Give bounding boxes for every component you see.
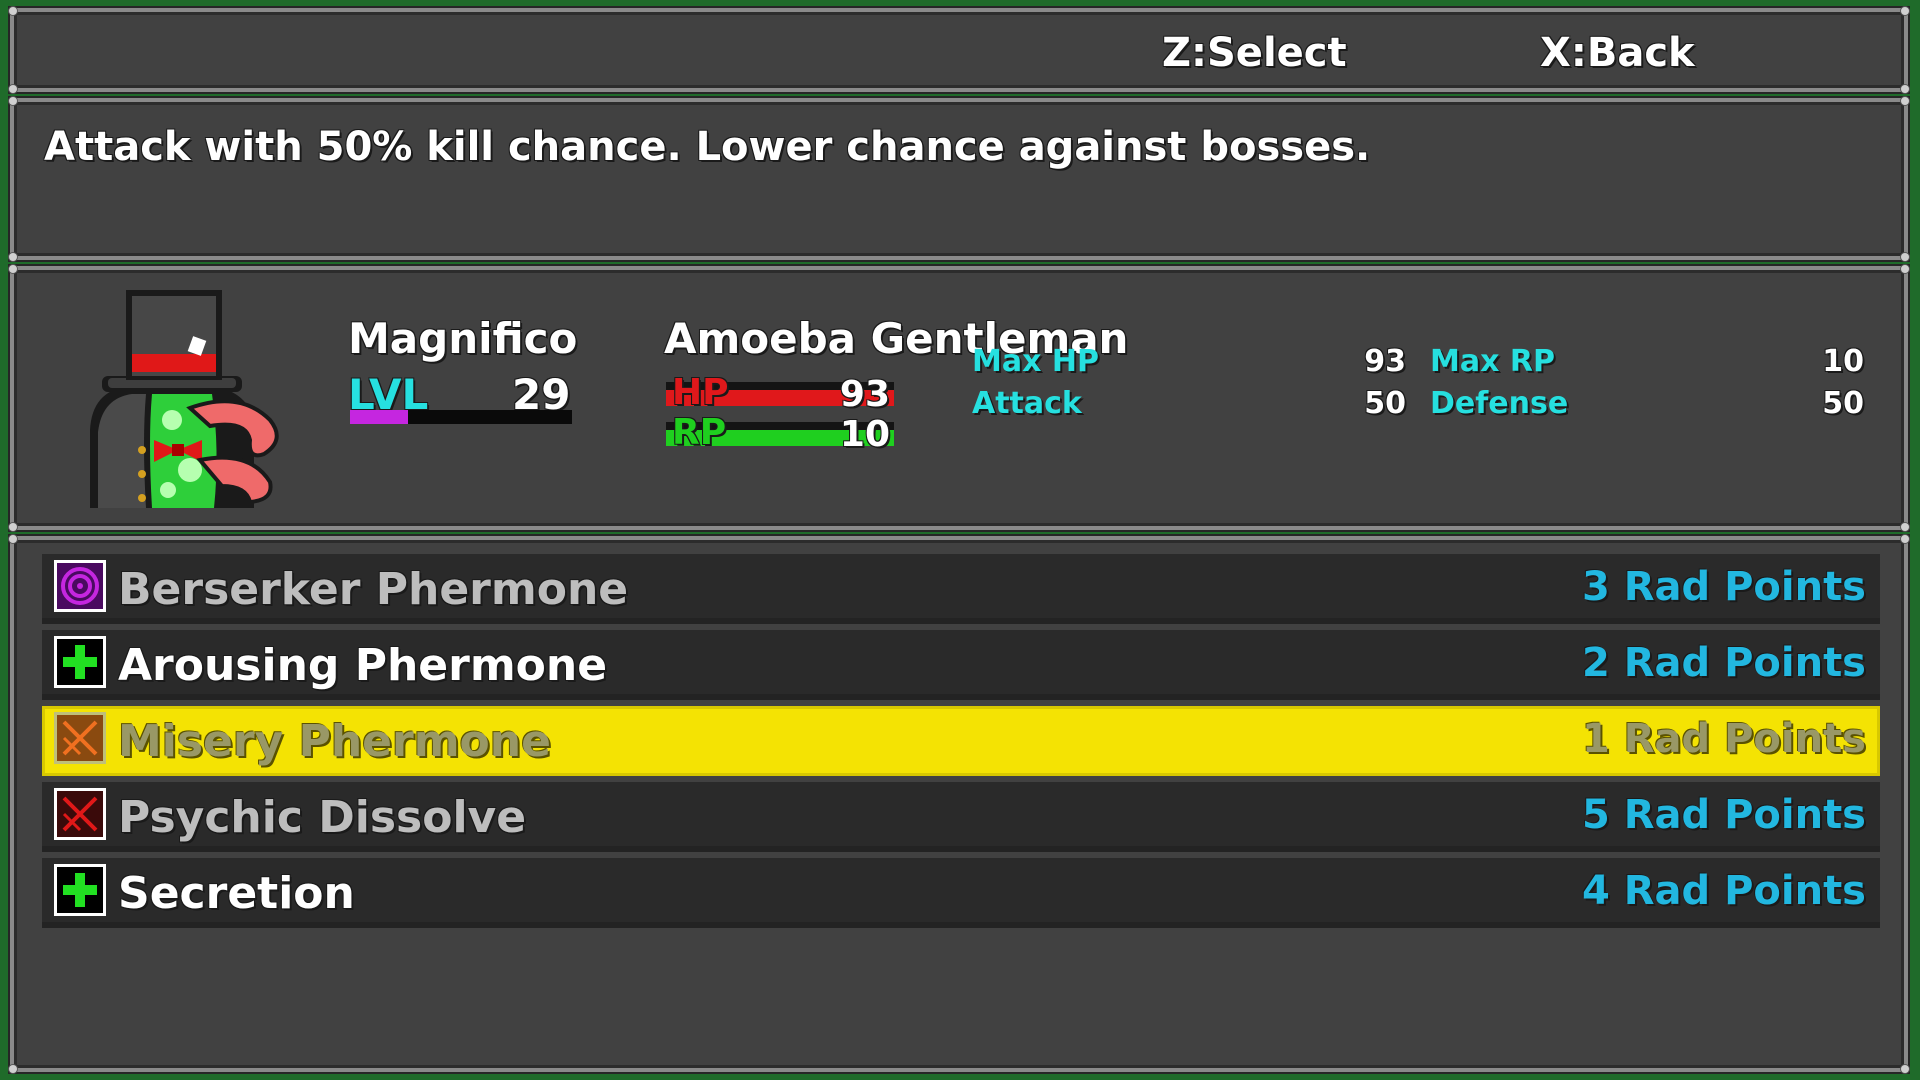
stat-value-attack: 50 (1364, 386, 1406, 421)
description-panel: Attack with 50% kill chance. Lower chanc… (8, 96, 1910, 262)
stat-label-max-hp: Max HP (972, 344, 1099, 379)
red-slash-icon (54, 788, 106, 840)
stat-value-defense: 50 (1822, 386, 1864, 421)
rp-label: RP (672, 412, 727, 453)
hp-label: HP (672, 372, 729, 413)
skills-list-panel: Berserker Phermone 3 Rad Points Arousing… (8, 534, 1910, 1074)
skill-name: Secretion (118, 868, 355, 919)
stat-label-attack: Attack (972, 386, 1082, 421)
rp-value: 10 (839, 414, 890, 455)
skill-cost: 2 Rad Points (1581, 640, 1866, 686)
spiral-icon (54, 560, 106, 612)
skill-row-arousing-phermone[interactable]: Arousing Phermone 2 Rad Points (42, 630, 1880, 700)
green-cross-icon (54, 636, 106, 688)
green-cross-icon (54, 864, 106, 916)
controls-bar: Z:Select X:Back (8, 6, 1910, 94)
skill-cost: 4 Rad Points (1581, 868, 1866, 914)
back-hint: X:Back (1540, 30, 1695, 76)
character-name: Magnifico (348, 314, 578, 363)
skill-cost: 5 Rad Points (1581, 792, 1866, 838)
hp-gauge: HP 93 (666, 372, 894, 415)
skill-row-misery-phermone[interactable]: Misery Phermone 1 Rad Points (42, 706, 1880, 776)
stat-label-max-rp: Max RP (1430, 344, 1555, 379)
skill-name: Arousing Phermone (118, 640, 608, 691)
skill-row-berserker-phermone[interactable]: Berserker Phermone 3 Rad Points (42, 554, 1880, 624)
skill-cost: 1 Rad Points (1581, 716, 1866, 762)
stat-label-defense: Defense (1430, 386, 1569, 421)
select-hint: Z:Select (1162, 30, 1347, 76)
skill-row-secretion[interactable]: Secretion 4 Rad Points (42, 858, 1880, 928)
skill-cost: 3 Rad Points (1581, 564, 1866, 610)
rp-gauge: RP 10 (666, 412, 894, 455)
skill-name: Berserker Phermone (118, 564, 629, 615)
hp-value: 93 (839, 374, 890, 415)
skill-description: Attack with 50% kill chance. Lower chanc… (44, 124, 1371, 170)
stat-value-max-hp: 93 (1364, 344, 1406, 379)
level-progress-fill (350, 410, 408, 424)
skill-name: Psychic Dissolve (118, 792, 527, 843)
character-status-panel: Magnifico LVL 29 Amoeba Gentleman HP 93 … (8, 264, 1910, 532)
stat-value-max-rp: 10 (1822, 344, 1864, 379)
level-progress-bar (350, 410, 572, 424)
skill-row-psychic-dissolve[interactable]: Psychic Dissolve 5 Rad Points (42, 782, 1880, 852)
skill-name: Misery Phermone (118, 716, 551, 767)
orange-slash-icon (54, 712, 106, 764)
amoeba-gentleman-portrait (90, 290, 279, 508)
